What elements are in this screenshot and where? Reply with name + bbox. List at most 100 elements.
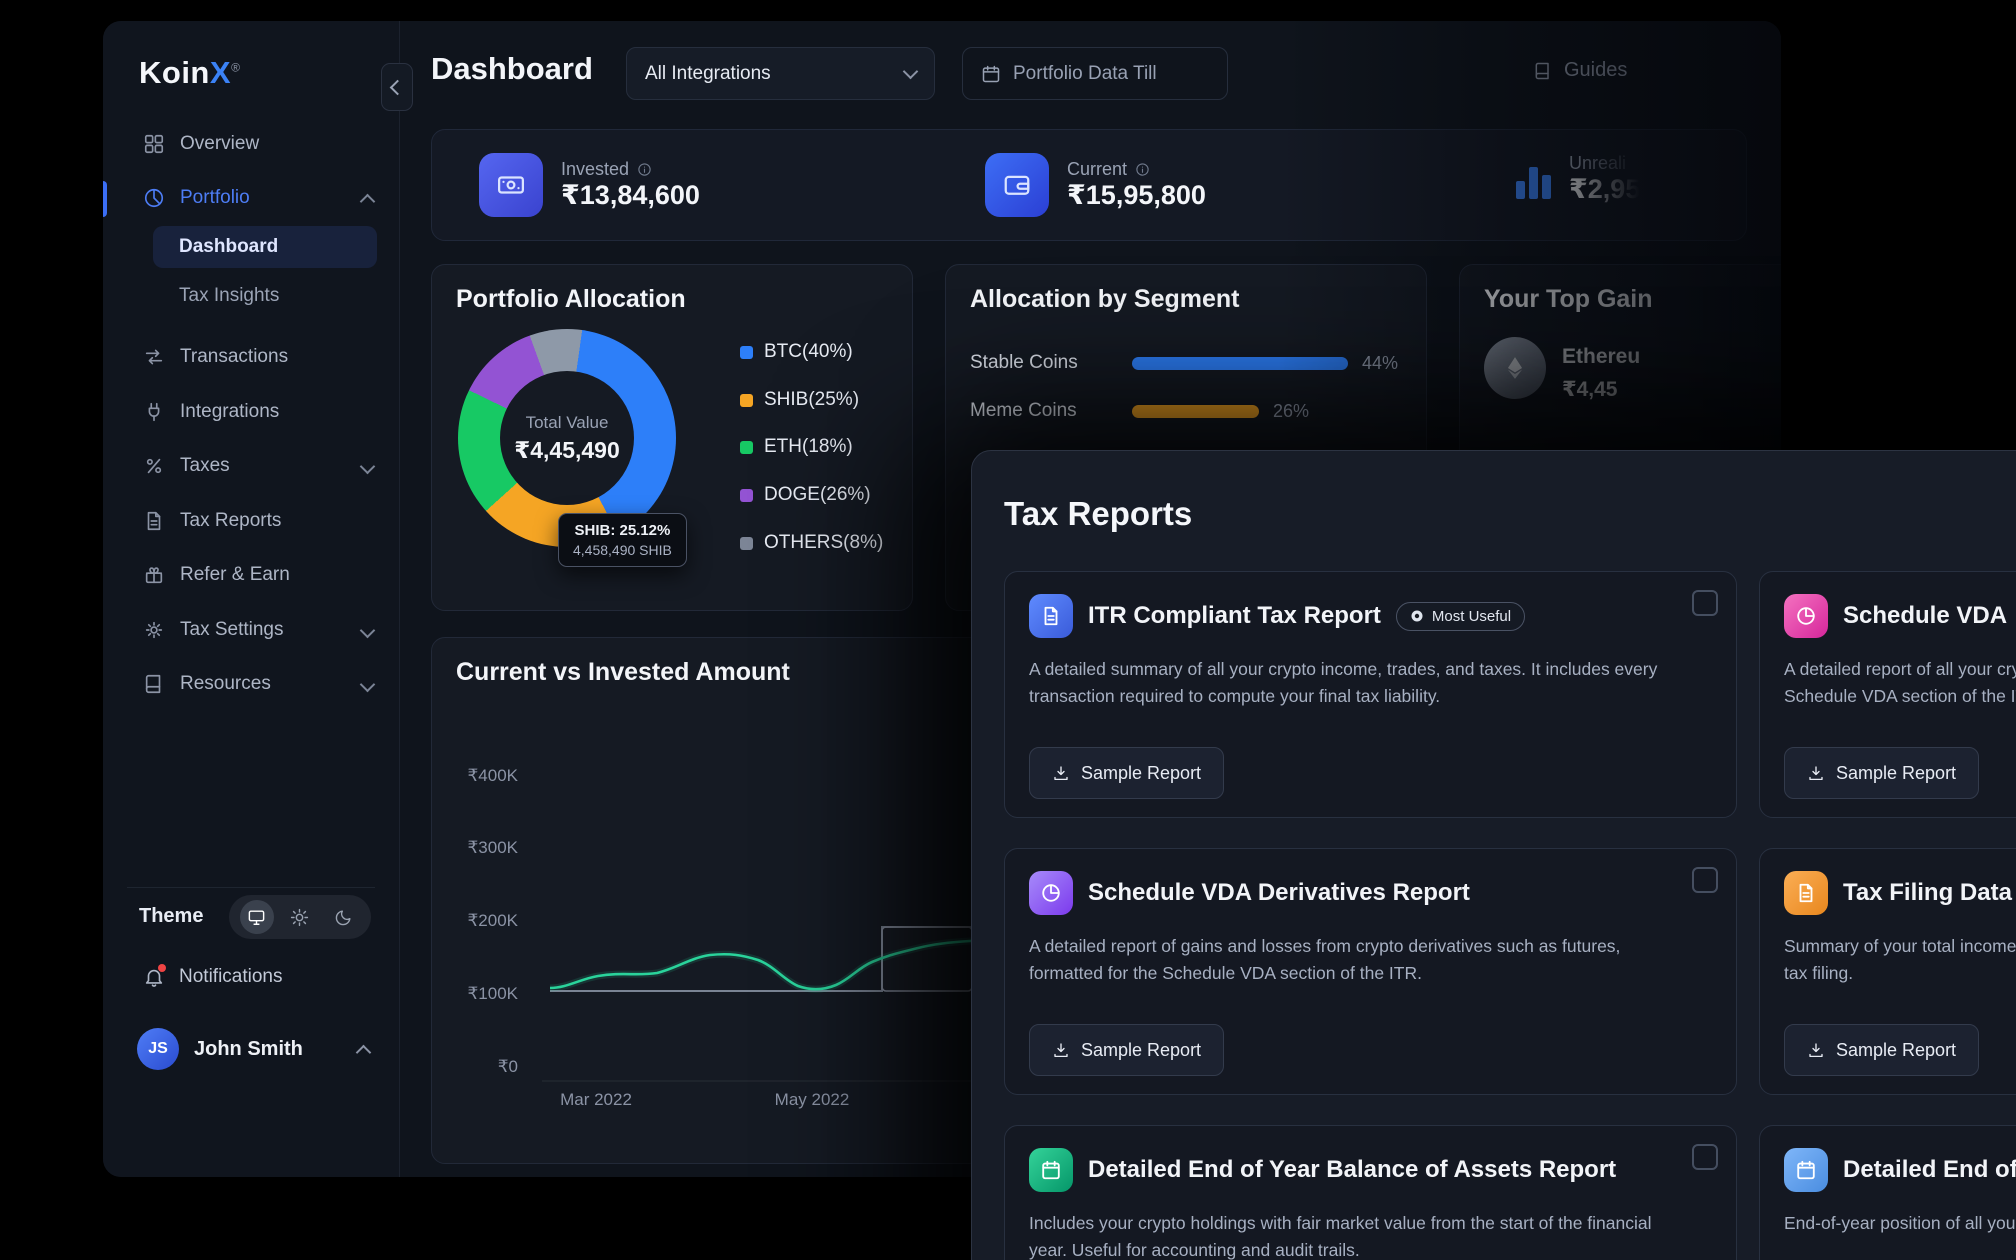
- sample-report-label: Sample Report: [1836, 763, 1956, 784]
- sample-report-label: Sample Report: [1836, 1040, 1956, 1061]
- portfolio-date-filter[interactable]: Portfolio Data Till: [962, 47, 1228, 100]
- sidebar-item-label: Integrations: [180, 401, 279, 423]
- download-icon: [1052, 764, 1070, 782]
- download-icon: [1807, 1041, 1825, 1059]
- report-card-tax-filing-data: Tax Filing Data Summary of your total in…: [1759, 848, 2016, 1095]
- sidebar-item-label: Portfolio: [180, 187, 250, 209]
- segment-bar: [1132, 357, 1348, 370]
- report-card-title: Detailed End of Year Balance: [1843, 1156, 2016, 1184]
- eth-diamond-icon: [1502, 355, 1528, 381]
- report-description: Summary of your total income, trades, an…: [1784, 933, 2016, 987]
- segment-row-meme-coins: Meme Coins 26%: [970, 399, 1410, 423]
- report-checkbox[interactable]: [1692, 590, 1718, 616]
- integrations-dropdown[interactable]: All Integrations: [626, 47, 935, 100]
- info-icon[interactable]: [637, 162, 652, 177]
- top-gain-value: ₹4,45: [1562, 377, 1617, 402]
- report-card-title: Schedule VDA Derivatives Report: [1088, 879, 1470, 907]
- notifications-item[interactable]: Notifications: [143, 955, 283, 999]
- theme-system-button[interactable]: [240, 900, 274, 934]
- document-icon: [1029, 594, 1073, 638]
- legend-swatch: [740, 537, 753, 550]
- sidebar-item-refer-earn[interactable]: Refer & Earn: [103, 553, 399, 597]
- tax-reports-window: Tax Reports ITR Compliant Tax Report Mos…: [971, 450, 2016, 1260]
- user-menu[interactable]: JS John Smith: [137, 1026, 369, 1072]
- sidebar-item-label: Taxes: [180, 455, 230, 477]
- top-gain-asset: Ethereu: [1562, 345, 1640, 369]
- notifications-label: Notifications: [179, 966, 283, 988]
- plug-icon: [143, 401, 165, 423]
- chevron-up-icon: [360, 193, 376, 209]
- grid-icon: [143, 133, 165, 155]
- hover-box: [882, 927, 972, 991]
- sidebar-item-label: Resources: [180, 673, 271, 695]
- sidebar-item-tax-insights[interactable]: Tax Insights: [153, 275, 377, 317]
- legend-item-others: OTHERS(8%): [740, 532, 883, 554]
- report-card-end-of-year-right: Detailed End of Year Balance End-of-year…: [1759, 1125, 2016, 1260]
- sidebar-item-resources[interactable]: Resources: [103, 662, 399, 706]
- sidebar-item-portfolio[interactable]: Portfolio: [103, 176, 399, 220]
- total-value-amount: ₹4,45,490: [514, 437, 620, 464]
- legend-label: SHIB(25%): [764, 389, 859, 411]
- sample-report-button[interactable]: Sample Report: [1784, 747, 1979, 799]
- segment-row-stable-coins: Stable Coins 44%: [970, 351, 1410, 375]
- sidebar-item-integrations[interactable]: Integrations: [103, 390, 399, 434]
- segment-label: Stable Coins: [970, 352, 1132, 374]
- report-description: A detailed report of all your crypto gai…: [1784, 656, 2016, 710]
- pie-chart-icon: [1029, 871, 1073, 915]
- report-description: Includes your crypto holdings with fair …: [1029, 1210, 1652, 1260]
- sample-report-button[interactable]: Sample Report: [1029, 1024, 1224, 1076]
- pie-chart-icon: [143, 187, 165, 209]
- report-description: A detailed summary of all your crypto in…: [1029, 656, 1657, 710]
- document-icon: [143, 510, 165, 532]
- sidebar-item-tax-reports[interactable]: Tax Reports: [103, 499, 399, 543]
- sidebar-item-tax-settings[interactable]: Tax Settings: [103, 608, 399, 652]
- sidebar-item-label: Tax Settings: [180, 619, 284, 641]
- report-checkbox[interactable]: [1692, 1144, 1718, 1170]
- sidebar: KoinX® Overview Portfolio Dashboard Tax …: [103, 21, 400, 1177]
- guides-button[interactable]: Guides: [1533, 59, 1627, 82]
- theme-dark-button[interactable]: [326, 900, 360, 934]
- sample-report-label: Sample Report: [1081, 1040, 1201, 1061]
- legend-label: ETH(18%): [764, 436, 853, 458]
- report-card-title: ITR Compliant Tax Report: [1088, 602, 1381, 630]
- calendar-icon: [981, 64, 1001, 84]
- info-icon[interactable]: [1135, 162, 1150, 177]
- gear-icon: [143, 619, 165, 641]
- legend-swatch: [740, 394, 753, 407]
- report-card-title: Detailed End of Year Balance of Assets R…: [1088, 1156, 1616, 1184]
- sidebar-item-transactions[interactable]: Transactions: [103, 335, 399, 379]
- document-icon: [1784, 871, 1828, 915]
- sidebar-collapse-button[interactable]: [381, 63, 413, 111]
- sample-report-button[interactable]: Sample Report: [1784, 1024, 1979, 1076]
- sidebar-item-label: Tax Insights: [179, 285, 279, 307]
- bell-icon: [143, 966, 165, 988]
- ethereum-icon: [1484, 337, 1546, 399]
- theme-light-button[interactable]: [283, 900, 317, 934]
- sidebar-item-overview[interactable]: Overview: [103, 122, 399, 166]
- notification-dot: [158, 964, 166, 972]
- banknote-icon: [479, 153, 543, 217]
- legend-item-btc: BTC(40%): [740, 341, 853, 363]
- sidebar-item-label: Refer & Earn: [180, 564, 290, 586]
- report-checkbox[interactable]: [1692, 867, 1718, 893]
- current-stat: Current ₹15,95,800: [985, 153, 1206, 217]
- report-card-schedule-vda-right: Schedule VDA A detailed report of all yo…: [1759, 571, 2016, 818]
- summary-stats-card: Invested ₹13,84,600 Current ₹15,95,800: [431, 129, 1747, 241]
- sample-report-button[interactable]: Sample Report: [1029, 747, 1224, 799]
- report-card-schedule-vda: Schedule VDA Derivatives Report A detail…: [1004, 848, 1737, 1095]
- sidebar-item-label: Transactions: [180, 346, 288, 368]
- sidebar-item-taxes[interactable]: Taxes: [103, 444, 399, 488]
- sidebar-divider: [127, 887, 375, 888]
- chevron-down-icon: [360, 458, 376, 474]
- download-icon: [1052, 1041, 1070, 1059]
- chevron-down-icon: [360, 622, 376, 638]
- gift-icon: [143, 564, 165, 586]
- sidebar-item-label: Overview: [180, 133, 259, 155]
- sidebar-item-dashboard[interactable]: Dashboard: [153, 226, 377, 268]
- report-card-title: Tax Filing Data: [1843, 879, 2012, 907]
- invested-label: Invested: [561, 159, 629, 180]
- most-useful-badge: Most Useful: [1396, 602, 1525, 631]
- segment-percentage: 26%: [1273, 401, 1309, 422]
- legend-item-eth: ETH(18%): [740, 436, 853, 458]
- tax-reports-title: Tax Reports: [1004, 495, 1192, 533]
